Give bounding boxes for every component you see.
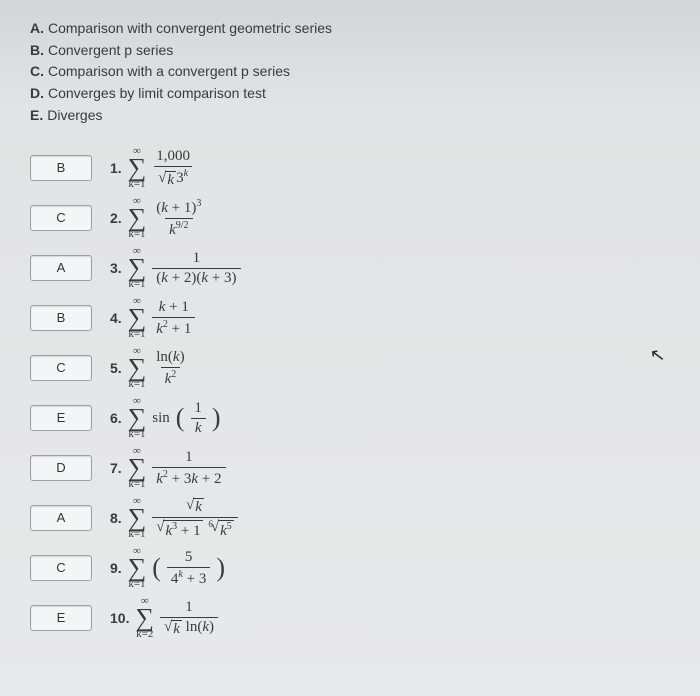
answer-input-2[interactable]: C <box>30 205 92 231</box>
problem-row-8: A 8. ∞∑k=1 k k3 + 1 6k5 <box>30 494 670 542</box>
right-paren-icon: ) <box>212 405 221 431</box>
option-letter: B. <box>30 40 44 62</box>
problem-number: 6. <box>110 410 122 426</box>
option-text: Comparison with a convergent p series <box>48 61 290 83</box>
answer-input-6[interactable]: E <box>30 405 92 431</box>
right-paren-icon: ) <box>216 555 225 581</box>
fraction: 1 k2 + 3k + 2 <box>152 449 225 487</box>
option-b: B. Convergent p series <box>30 40 670 62</box>
fraction: 5 4k + 3 <box>167 549 210 587</box>
option-c: C. Comparison with a convergent p series <box>30 61 670 83</box>
problem-number: 7. <box>110 460 122 476</box>
option-letter: A. <box>30 18 44 40</box>
option-text: Diverges <box>47 105 102 127</box>
fraction: 1 k ln(k) <box>160 599 218 637</box>
problem-row-7: D 7. ∞∑k=1 1 k2 + 3k + 2 <box>30 444 670 492</box>
sigma-icon: ∞∑k=1 <box>128 296 147 340</box>
option-text: Convergent p series <box>48 40 173 62</box>
fraction: (k + 1)3 k9/2 <box>152 198 205 238</box>
sigma-icon: ∞∑k=1 <box>128 496 147 540</box>
sigma-icon: ∞∑k=1 <box>128 246 147 290</box>
problem-row-5: C 5. ∞∑k=1 ln(k) k2 <box>30 344 670 392</box>
option-d: D. Converges by limit comparison test <box>30 83 670 105</box>
fraction: 1,000 k3k <box>152 148 194 188</box>
problem-number: 4. <box>110 310 122 326</box>
option-text: Converges by limit comparison test <box>48 83 266 105</box>
option-letter: C. <box>30 61 44 83</box>
answer-input-7[interactable]: D <box>30 455 92 481</box>
option-a: A. Comparison with convergent geometric … <box>30 18 670 40</box>
problem-row-3: A 3. ∞∑k=1 1 (k + 2)(k + 3) <box>30 244 670 292</box>
left-paren-icon: ( <box>176 405 185 431</box>
answer-input-3[interactable]: A <box>30 255 92 281</box>
problem-list: B 1. ∞∑k=1 1,000 k3k C 2. ∞∑k=1 (k + 1)3… <box>30 144 670 642</box>
sigma-icon: ∞∑k=1 <box>128 196 147 240</box>
problem-row-4: B 4. ∞∑k=1 k + 1 k2 + 1 <box>30 294 670 342</box>
problem-number: 8. <box>110 510 122 526</box>
left-paren-icon: ( <box>152 555 161 581</box>
problem-row-1: B 1. ∞∑k=1 1,000 k3k <box>30 144 670 192</box>
problem-number: 5. <box>110 360 122 376</box>
answer-input-4[interactable]: B <box>30 305 92 331</box>
answer-input-10[interactable]: E <box>30 605 92 631</box>
answer-input-5[interactable]: C <box>30 355 92 381</box>
problem-row-10: E 10. ∞∑k=2 1 k ln(k) <box>30 594 670 642</box>
problem-number: 1. <box>110 160 122 176</box>
sigma-icon: ∞∑k=1 <box>128 146 147 190</box>
sigma-icon: ∞∑k=1 <box>128 346 147 390</box>
answer-key-options: A. Comparison with convergent geometric … <box>30 18 670 126</box>
sigma-icon: ∞∑k=1 <box>128 546 147 590</box>
sin-fn: sin <box>152 410 170 427</box>
problem-number: 9. <box>110 560 122 576</box>
fraction: k k3 + 1 6k5 <box>152 497 238 539</box>
answer-input-8[interactable]: A <box>30 505 92 531</box>
fraction: 1 (k + 2)(k + 3) <box>152 250 240 286</box>
option-letter: E. <box>30 105 43 127</box>
cursor-icon: ↖ <box>649 344 667 367</box>
fraction: 1 k <box>190 400 206 436</box>
answer-input-1[interactable]: B <box>30 155 92 181</box>
problem-number: 2. <box>110 210 122 226</box>
problem-row-9: C 9. ∞∑k=1 ( 5 4k + 3 ) <box>30 544 670 592</box>
problem-row-2: C 2. ∞∑k=1 (k + 1)3 k9/2 <box>30 194 670 242</box>
option-text: Comparison with convergent geometric ser… <box>48 18 332 40</box>
problem-number: 10. <box>110 610 129 626</box>
option-e: E. Diverges <box>30 105 670 127</box>
answer-input-9[interactable]: C <box>30 555 92 581</box>
fraction: ln(k) k2 <box>152 349 188 387</box>
problem-row-6: E 6. ∞∑k=1 sin ( 1 k ) <box>30 394 670 442</box>
problem-number: 3. <box>110 260 122 276</box>
option-letter: D. <box>30 83 44 105</box>
fraction: k + 1 k2 + 1 <box>152 299 195 337</box>
sigma-icon: ∞∑k=2 <box>135 596 154 640</box>
sigma-icon: ∞∑k=1 <box>128 396 147 440</box>
sigma-icon: ∞∑k=1 <box>128 446 147 490</box>
